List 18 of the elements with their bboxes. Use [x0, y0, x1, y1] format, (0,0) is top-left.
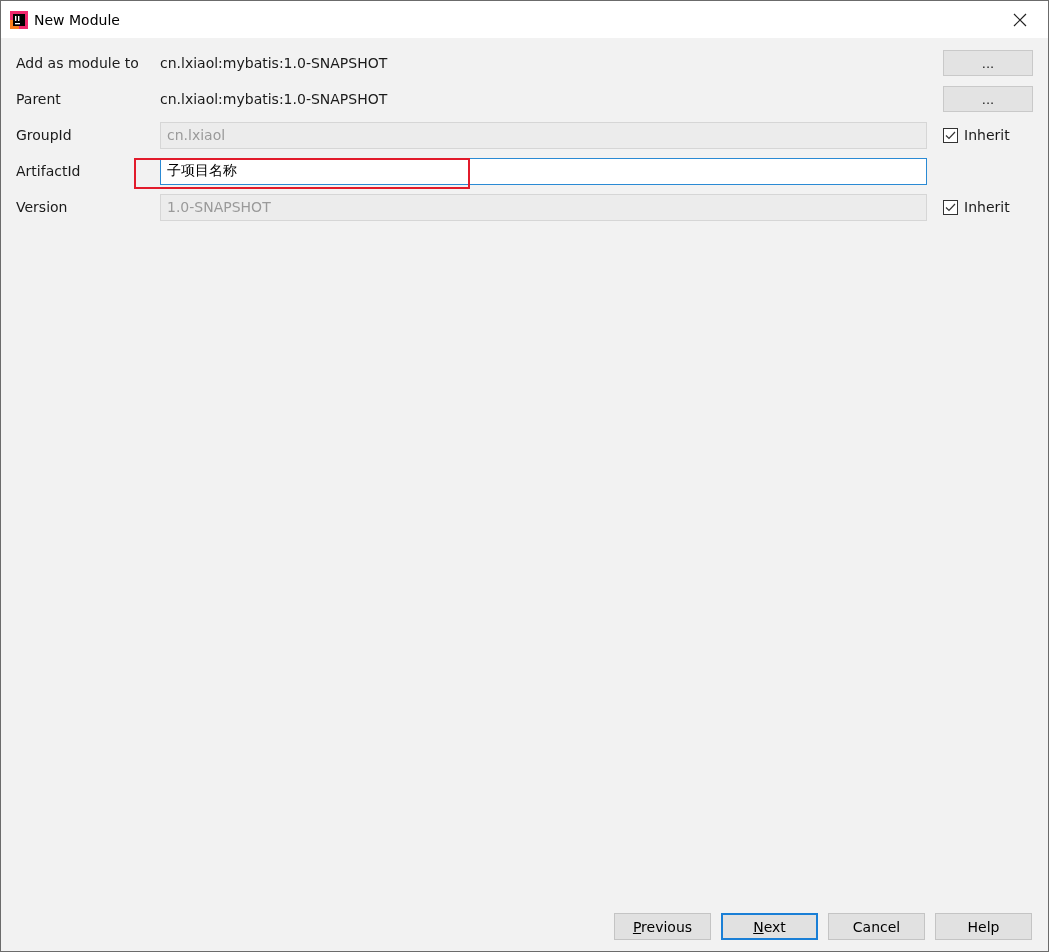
- field-value: cn.lxiaol:mybatis:1.0-SNAPSHOT: [160, 55, 389, 71]
- input-field[interactable]: 子项目名称: [160, 157, 927, 185]
- browse-button[interactable]: ...: [943, 86, 1033, 112]
- check-icon: [945, 130, 956, 140]
- field-label: Parent: [16, 91, 62, 107]
- field-value: cn.lxiaol:mybatis:1.0-SNAPSHOT: [160, 91, 389, 107]
- field-label: ArtifactId: [16, 163, 82, 179]
- window-title: New Module: [34, 11, 121, 28]
- check-icon: [945, 202, 956, 212]
- dialog-button[interactable]: Previous: [614, 913, 711, 940]
- field-label: Add as module to: [16, 55, 140, 71]
- browse-button[interactable]: ...: [943, 50, 1033, 76]
- dialog-button[interactable]: Next: [721, 913, 818, 940]
- field-label: GroupId: [16, 127, 73, 143]
- field-label: Version: [16, 199, 69, 215]
- app-logo-icon: [10, 10, 28, 29]
- dialog-button[interactable]: Help: [935, 913, 1032, 940]
- dialog-button[interactable]: Cancel: [828, 913, 925, 940]
